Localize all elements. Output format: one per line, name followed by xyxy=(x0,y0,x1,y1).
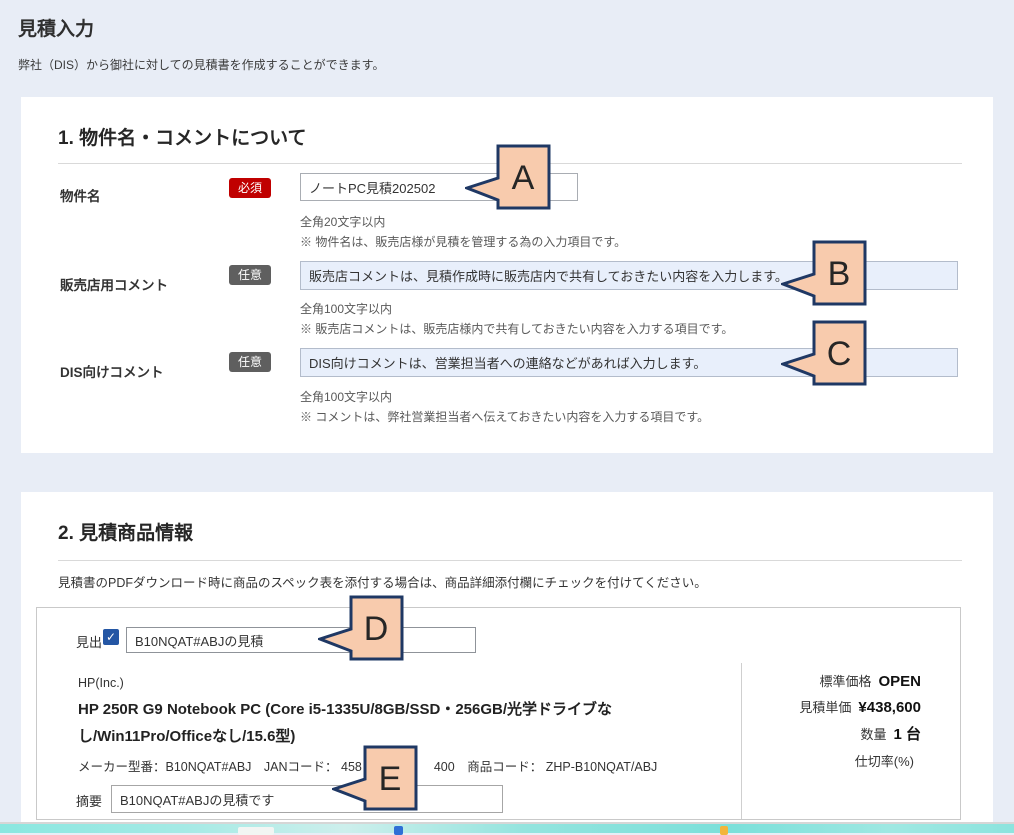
section2-rule xyxy=(58,560,962,561)
section2-heading: 2. 見積商品情報 xyxy=(58,518,193,545)
product-codes-part2: 400 商品コード： ZHP-B10NQAT/ABJ xyxy=(434,760,657,774)
standard-price-value: OPEN xyxy=(878,673,921,690)
page-subtitle: 弊社（DIS）から御社に対しての見積書を作成することができます。 xyxy=(18,56,384,73)
property-name-label: 物件名 xyxy=(60,185,101,205)
standard-price-row: 標準価格 OPEN xyxy=(819,671,921,691)
property-name-note: ※ 物件名は、販売店様が見積を管理する為の入力項目です。 xyxy=(300,233,626,250)
quantity-row: 数量 1 台 xyxy=(860,723,921,744)
product-codes-line: メーカー型番：B10NQAT#ABJ JANコード： 458 E 400 商品コ… xyxy=(78,756,657,775)
taskbar-app-icon[interactable] xyxy=(394,826,403,835)
section2-description: 見積書のPDFダウンロード時に商品のスペック表を添付する場合は、商品詳細添付欄に… xyxy=(58,572,707,591)
summary-label: 摘要 xyxy=(76,791,102,810)
jan-code-covered-gap: E xyxy=(362,758,434,771)
dis-comment-input[interactable] xyxy=(300,348,958,377)
headline-checkbox[interactable]: ✓ xyxy=(103,629,119,645)
taskbar-app-icon[interactable] xyxy=(720,826,728,835)
product-name: HP 250R G9 Notebook PC (Core i5-1335U/8G… xyxy=(78,696,740,750)
quote-items-card: 2. 見積商品情報 見積書のPDFダウンロード時に商品のスペック表を添付する場合… xyxy=(21,492,993,833)
section1-rule xyxy=(58,163,962,164)
property-comment-card: 1. 物件名・コメントについて 物件名 必須 A 全角20文字以内 ※ 物件名は… xyxy=(21,97,993,453)
quantity-value: 1 台 xyxy=(893,726,921,743)
price-block: 標準価格 OPEN 見積単価 ¥438,600 数量 1 台 仕切率(%) xyxy=(741,663,961,819)
headline-label: 見出 xyxy=(76,632,102,651)
product-codes-part1: メーカー型番：B10NQAT#ABJ JANコード： 458 xyxy=(78,760,362,774)
product-item-box: 見出 ✓ D HP(Inc.) HP 250R G9 Notebook PC (… xyxy=(36,607,961,820)
dealer-comment-label: 販売店用コメント xyxy=(60,274,168,294)
standard-price-label: 標準価格 xyxy=(819,674,871,689)
quantity-label: 数量 xyxy=(860,727,886,742)
section1-heading: 1. 物件名・コメントについて xyxy=(58,123,307,150)
optional-badge: 任意 xyxy=(229,265,271,285)
dis-comment-note: ※ コメントは、弊社営業担当者へ伝えておきたい内容を入力する項目です。 xyxy=(300,408,709,425)
headline-input[interactable] xyxy=(126,627,476,653)
required-badge: 必須 xyxy=(229,178,271,198)
taskbar-search-icon[interactable] xyxy=(238,827,274,835)
property-name-input[interactable] xyxy=(300,173,578,201)
product-maker: HP(Inc.) xyxy=(78,676,124,690)
taskbar-edge[interactable] xyxy=(0,822,1014,833)
dealer-comment-note: ※ 販売店コメントは、販売店様内で共有しておきたい内容を入力する項目です。 xyxy=(300,320,733,337)
dealer-comment-input[interactable] xyxy=(300,261,958,290)
dealer-comment-limit-hint: 全角100文字以内 xyxy=(300,300,392,317)
dis-comment-label: DIS向けコメント xyxy=(60,361,164,381)
summary-input[interactable] xyxy=(111,785,503,813)
quote-unit-price-row: 見積単価 ¥438,600 xyxy=(799,697,921,717)
page-title: 見積入力 xyxy=(18,14,94,41)
quote-unit-price-label: 見積単価 xyxy=(799,700,851,715)
optional-badge: 任意 xyxy=(229,352,271,372)
quote-unit-price-value: ¥438,600 xyxy=(858,699,921,716)
property-name-limit-hint: 全角20文字以内 xyxy=(300,213,385,230)
margin-rate-row: 仕切率(%) xyxy=(855,751,921,771)
margin-rate-label: 仕切率(%) xyxy=(855,754,914,769)
dis-comment-limit-hint: 全角100文字以内 xyxy=(300,388,392,405)
